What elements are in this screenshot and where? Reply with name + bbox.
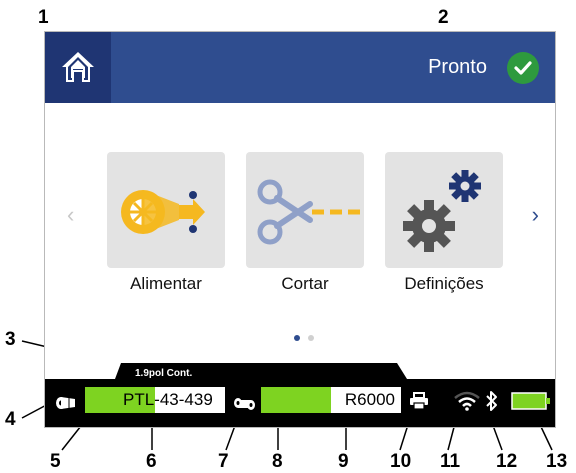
home-button[interactable] xyxy=(45,32,111,103)
ribbon-part-number: R6000 xyxy=(344,390,395,409)
callout-2: 2 xyxy=(438,7,449,28)
ribbon-cartridge-icon xyxy=(234,398,255,410)
status-text: Pronto xyxy=(428,56,487,78)
label-part-field[interactable]: PTL-43-439 xyxy=(85,387,225,413)
carousel-prev-arrow[interactable]: ‹ xyxy=(67,202,74,228)
ribbon-remaining-fill xyxy=(261,387,331,413)
battery-icon xyxy=(511,392,550,410)
printer-screen: Pronto ‹ › Alimentar Cortar Definições 1… xyxy=(44,31,556,428)
bluetooth-icon xyxy=(486,391,497,411)
settings-gears-icon xyxy=(403,170,481,252)
media-info-text: 1.9pol Cont. xyxy=(135,368,193,379)
ribbon-part-field[interactable]: R6000 xyxy=(261,387,401,413)
tile-label-definicoes: Definições xyxy=(404,274,484,293)
tile-cortar[interactable] xyxy=(246,152,364,268)
label-part-number: PTL-43-439 xyxy=(123,390,213,409)
callout-3: 3 xyxy=(5,329,16,350)
printer-icon xyxy=(410,392,428,410)
callout-11: 11 xyxy=(440,451,461,472)
tile-alimentar[interactable] xyxy=(107,152,225,268)
feed-icon xyxy=(121,190,205,234)
callout-12: 12 xyxy=(496,451,518,472)
checkmark-icon xyxy=(514,61,532,75)
carousel-next-arrow[interactable]: › xyxy=(532,202,539,228)
callout-5: 5 xyxy=(50,451,61,472)
callout-10: 10 xyxy=(390,451,412,472)
callout-9: 9 xyxy=(338,451,349,472)
pager-dot[interactable] xyxy=(308,335,314,341)
tile-label-cortar: Cortar xyxy=(281,274,329,293)
callout-8: 8 xyxy=(272,451,283,472)
callout-6: 6 xyxy=(146,451,157,472)
label-cartridge-icon xyxy=(56,397,75,409)
pager-dot-active[interactable] xyxy=(294,335,300,341)
callout-4: 4 xyxy=(5,409,16,430)
scissors-icon xyxy=(257,179,360,245)
header-bar: Pronto xyxy=(45,32,555,103)
callout-7: 7 xyxy=(218,451,229,472)
status-ok-badge xyxy=(507,52,539,84)
callout-13: 13 xyxy=(546,451,568,472)
tile-label-alimentar: Alimentar xyxy=(130,274,202,293)
home-icon xyxy=(62,52,94,82)
callout-1: 1 xyxy=(38,7,49,28)
tile-definicoes[interactable] xyxy=(385,152,503,268)
wifi-icon xyxy=(454,391,480,411)
